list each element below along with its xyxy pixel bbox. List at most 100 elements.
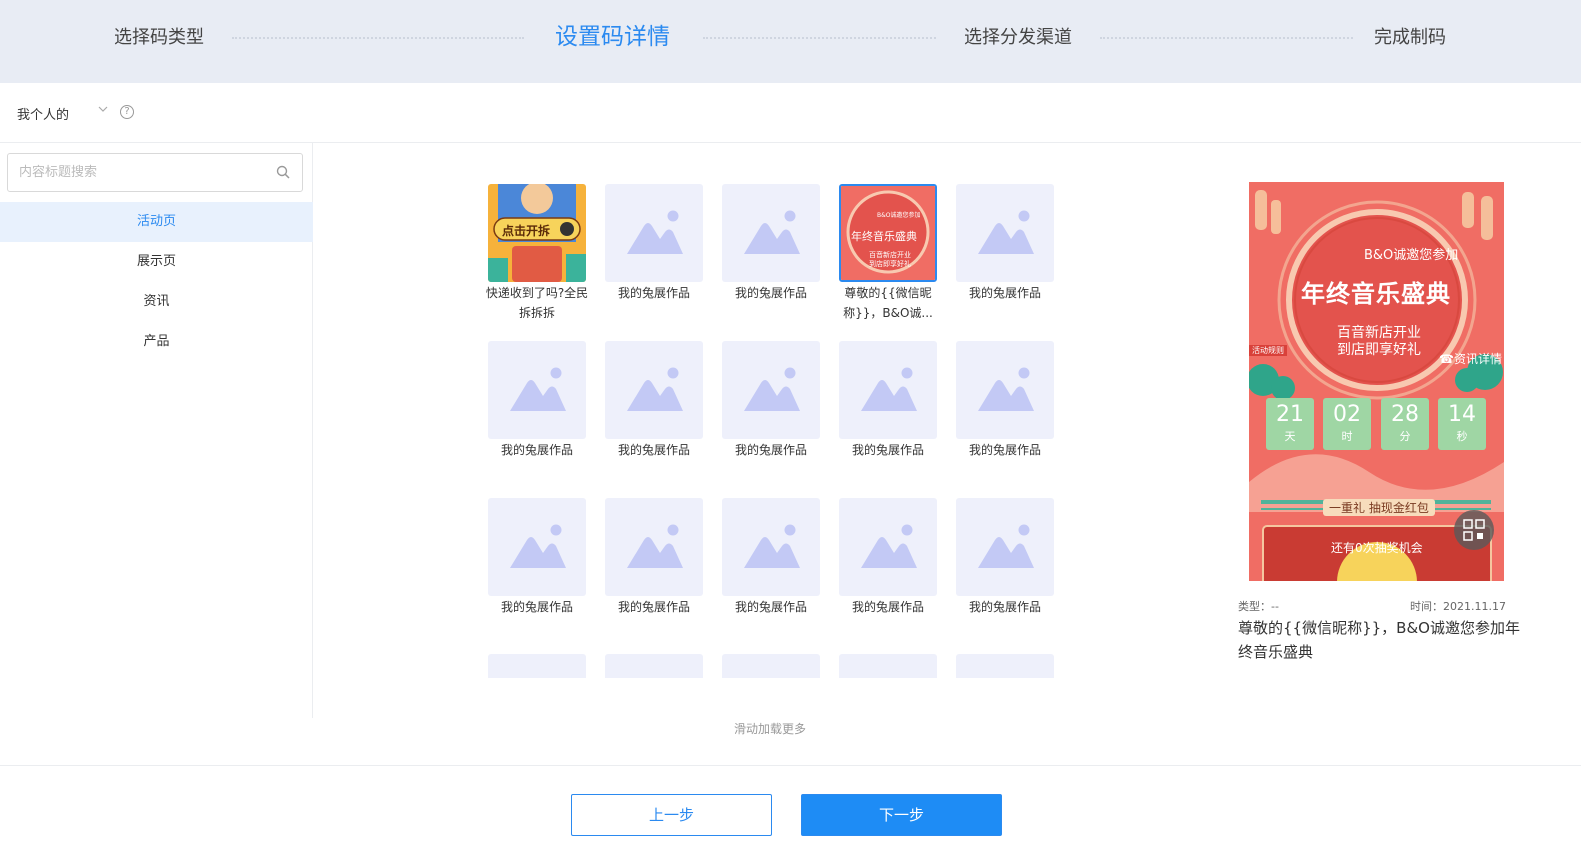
countdown-seconds-value: 14 <box>1448 402 1476 427</box>
thumb-title: 年终音乐盛典 <box>851 230 917 243</box>
content-thumb[interactable] <box>956 341 1054 439</box>
step-complete: 完成制码 <box>1374 27 1446 48</box>
content-caption: 我的兔展作品 <box>617 286 690 300</box>
image-placeholder-icon <box>744 367 800 411</box>
step-divider <box>1100 37 1353 39</box>
next-step-button[interactable]: 下一步 <box>801 794 1002 836</box>
image-placeholder-icon <box>861 367 917 411</box>
content-thumb[interactable]: B&O诚邀您参加 年终音乐盛典 百音新店开业 到店即享好礼 <box>839 184 937 282</box>
poster-rules[interactable]: 活动规则 <box>1249 345 1287 356</box>
load-more-hint: 滑动加载更多 <box>733 722 806 736</box>
image-placeholder-icon <box>978 367 1034 411</box>
thumb-invite: B&O诚邀您参加 <box>877 212 921 219</box>
content-thumb[interactable] <box>956 184 1054 282</box>
content-thumb[interactable] <box>605 498 703 596</box>
content-caption: 我的兔展作品 <box>968 443 1041 457</box>
content-thumb[interactable] <box>722 498 820 596</box>
content-caption: 我的兔展作品 <box>734 443 807 457</box>
image-placeholder-icon <box>627 367 683 411</box>
image-placeholder-icon <box>510 524 566 568</box>
thumb-line-4: 到店即享好礼 <box>869 260 911 268</box>
content-caption: 我的兔展作品 <box>500 600 573 614</box>
poster-info-button[interactable]: ☎资讯详情 <box>1439 350 1502 367</box>
image-placeholder-icon <box>978 524 1034 568</box>
step-divider <box>232 37 524 39</box>
promo-badge: 点击开拆 <box>502 224 551 238</box>
poster-info-label: 资讯详情 <box>1453 352 1502 366</box>
chevron-down-icon[interactable] <box>97 103 109 115</box>
search-box <box>7 153 303 192</box>
scope-select[interactable]: 我个人的 <box>17 104 69 123</box>
content-thumb[interactable] <box>722 654 820 678</box>
poster-invite: B&O诚邀您参加 <box>1364 248 1459 263</box>
content-caption: 快递收到了吗?全民拆拆拆 <box>485 286 589 320</box>
poster-subtitle-2: 到店即享好礼 <box>1337 342 1421 358</box>
countdown-seconds: 14 秒 <box>1438 398 1486 450</box>
content-caption: 尊敬的{{微信昵称}}，B&O诚... <box>843 286 933 320</box>
countdown-hours-value: 02 <box>1333 402 1361 427</box>
content-thumb[interactable] <box>956 654 1054 678</box>
countdown-minutes-unit: 分 <box>1399 430 1411 443</box>
content-thumb[interactable] <box>839 654 937 678</box>
preview-time: 时间：2021.11.17 <box>1410 600 1506 613</box>
image-placeholder-icon <box>744 524 800 568</box>
content-thumb[interactable] <box>605 654 703 678</box>
image-placeholder-icon <box>978 210 1034 254</box>
content-thumb[interactable] <box>488 341 586 439</box>
image-placeholder-icon <box>627 524 683 568</box>
category-sidebar: 活动页 展示页 资讯 产品 <box>0 143 313 718</box>
content-caption: 我的兔展作品 <box>617 600 690 614</box>
step-select-type: 选择码类型 <box>114 27 204 48</box>
content-caption: 我的兔展作品 <box>968 286 1041 300</box>
phone-icon: ☎ <box>1439 352 1454 366</box>
content-caption: 我的兔展作品 <box>617 443 690 457</box>
preview-type: 类型：-- <box>1238 600 1279 613</box>
content-thumb[interactable] <box>605 341 703 439</box>
countdown-seconds-unit: 秒 <box>1456 430 1468 443</box>
content-caption: 我的兔展作品 <box>968 600 1041 614</box>
category-product[interactable]: 产品 <box>0 322 313 362</box>
footer-bar: 上一步 下一步 <box>0 765 1581 858</box>
poster-prize: 一重礼 抽现金红包 <box>1323 499 1435 516</box>
content-caption: 我的兔展作品 <box>734 286 807 300</box>
category-activity-page[interactable]: 活动页 <box>0 202 313 242</box>
countdown-minutes-value: 28 <box>1391 402 1419 427</box>
help-icon[interactable]: ? <box>120 105 134 119</box>
content-thumb[interactable] <box>722 184 820 282</box>
content-thumb[interactable] <box>488 498 586 596</box>
countdown-days-value: 21 <box>1276 402 1304 427</box>
image-placeholder-icon <box>627 210 683 254</box>
step-select-channel: 选择分发渠道 <box>964 27 1072 48</box>
search-input[interactable] <box>8 154 268 191</box>
content-thumb[interactable] <box>956 498 1054 596</box>
content-thumb[interactable] <box>839 498 937 596</box>
content-thumb[interactable] <box>839 341 937 439</box>
steps-header: 选择码类型 设置码详情 选择分发渠道 完成制码 <box>0 0 1581 83</box>
content-thumb[interactable] <box>722 341 820 439</box>
content-thumb[interactable]: 点击开拆 <box>488 184 586 282</box>
poster-chances: 还有0次抽奖机会 <box>1331 541 1423 555</box>
content-caption: 我的兔展作品 <box>500 443 573 457</box>
search-icon[interactable] <box>276 165 290 179</box>
countdown-hours-unit: 时 <box>1341 430 1353 443</box>
content-thumb[interactable] <box>605 184 703 282</box>
preview-title: 尊敬的{{微信昵称}}，B&O诚邀您参加年终音乐盛典 <box>1238 619 1520 661</box>
poster-art <box>1249 190 1504 581</box>
grid-row-partial <box>486 652 1056 678</box>
category-news[interactable]: 资讯 <box>0 282 313 322</box>
content-caption: 我的兔展作品 <box>851 600 924 614</box>
image-placeholder-icon <box>861 524 917 568</box>
preview-poster: B&O诚邀您参加 年终音乐盛典 百音新店开业 到店即享好礼 活动规则 ☎资讯详情… <box>1249 182 1504 581</box>
countdown-days-unit: 天 <box>1284 430 1296 443</box>
category-display-page[interactable]: 展示页 <box>0 242 313 282</box>
content-caption: 我的兔展作品 <box>851 443 924 457</box>
content-caption: 我的兔展作品 <box>734 600 807 614</box>
countdown-minutes: 28 分 <box>1381 398 1429 450</box>
countdown-hours: 02 时 <box>1323 398 1371 450</box>
step-set-details: 设置码详情 <box>555 24 670 50</box>
step-divider <box>703 37 936 39</box>
image-placeholder-icon <box>744 210 800 254</box>
content-thumb[interactable] <box>488 654 586 678</box>
prev-step-button[interactable]: 上一步 <box>571 794 772 836</box>
scope-bar: 我个人的 ? <box>0 83 1581 143</box>
